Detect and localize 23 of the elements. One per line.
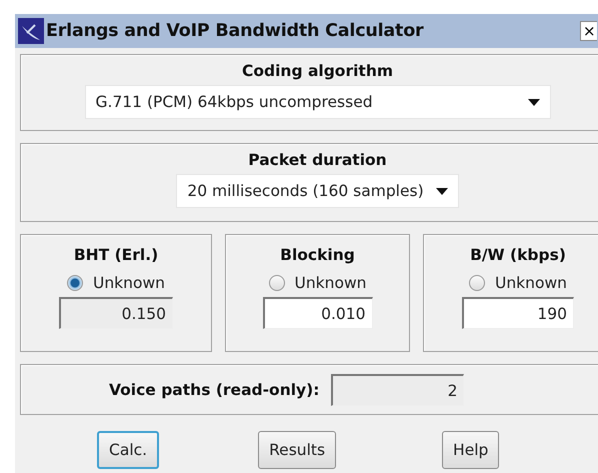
value-field[interactable]: 0.010 [262, 297, 372, 329]
radio-label: Unknown [294, 274, 366, 292]
voice-paths-label: Voice paths (read-only): [109, 380, 320, 400]
section-title: Coding algorithm [242, 61, 394, 81]
coding-dropdown[interactable]: G.711 (PCM) 64kbps uncompressed [84, 85, 550, 119]
voice-paths-field: 2 [331, 374, 464, 406]
action-button[interactable]: Help [442, 431, 500, 469]
close-button[interactable]: × [580, 21, 597, 41]
caret-icon [528, 98, 540, 106]
parameter-label: BHT (Erl.) [74, 245, 158, 265]
action-button[interactable]: Calc. [97, 431, 160, 469]
radio-button[interactable] [469, 275, 486, 291]
value-field[interactable]: 190 [462, 297, 574, 329]
window-title: Erlangs and VoIP Bandwidth Calculator [46, 21, 424, 41]
radio-button[interactable] [268, 275, 285, 291]
action-button[interactable]: Results [258, 431, 336, 469]
packet-dropdown[interactable]: 20 milliseconds (160 samples) [176, 174, 459, 208]
parameter-label: B/W (kbps) [470, 245, 566, 265]
parameter-label: Blocking [280, 245, 355, 265]
section-title: Packet duration [248, 150, 387, 170]
radio-label: Unknown [93, 274, 165, 292]
caret-icon [436, 188, 448, 194]
radio-label: Unknown [495, 274, 567, 292]
